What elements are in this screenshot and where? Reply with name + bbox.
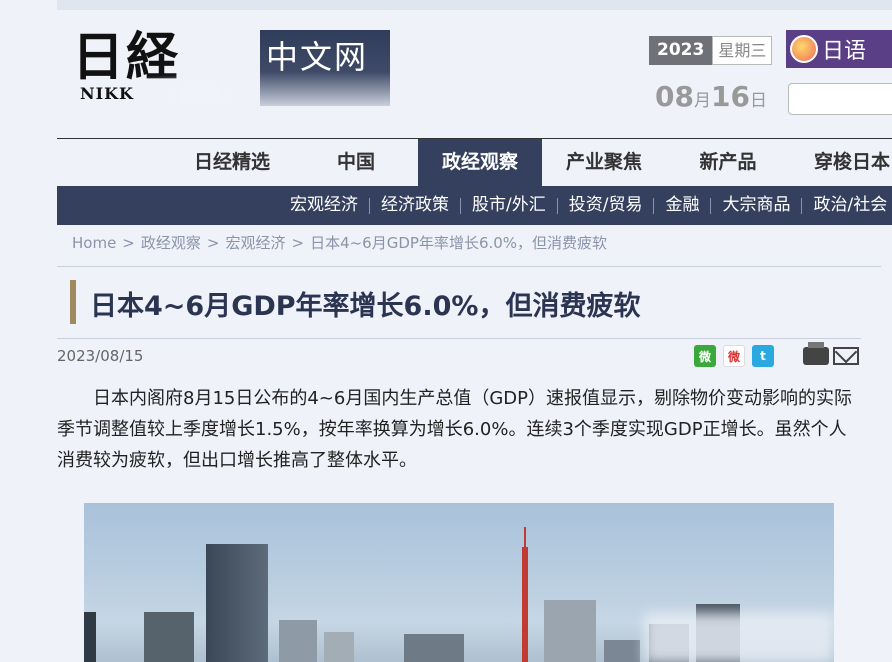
share-toolbar: 微 微 t [694, 342, 859, 367]
logo-latin: NIKK [80, 84, 134, 103]
article-date: 2023/08/15 [57, 347, 144, 365]
building [206, 544, 268, 662]
breadcrumb-macro[interactable]: 宏观经济 [225, 234, 285, 252]
japanese-promo-label: 日语 [822, 39, 867, 64]
breadcrumb-separator: > [206, 234, 220, 252]
breadcrumb-home[interactable]: Home [72, 234, 116, 252]
building [84, 612, 96, 662]
breadcrumb-politics-economy[interactable]: 政经观察 [141, 234, 201, 252]
tokyo-tower [522, 547, 528, 662]
japanese-promo-icon [790, 35, 818, 63]
top-strip [57, 0, 892, 10]
building [279, 620, 317, 662]
building [544, 600, 596, 662]
month-number: 08 [655, 80, 694, 113]
breadcrumb-current: 日本4~6月GDP年率增长6.0%，但消费疲软 [310, 234, 608, 252]
weibo-icon[interactable]: 微 [723, 345, 745, 367]
article-title: 日本4~6月GDP年率增长6.0%，但消费疲软 [90, 291, 641, 322]
subnav-item-invest-trade[interactable]: 投资/贸易 [558, 186, 654, 225]
subnav-item-policy[interactable]: 经济政策 [370, 186, 460, 225]
breadcrumb-separator: > [291, 234, 305, 252]
print-icon[interactable] [803, 342, 829, 365]
photo-blur-overlay [644, 613, 834, 662]
breadcrumb-separator: > [122, 234, 135, 252]
date-display: 2023 星期三 [649, 36, 773, 65]
nav-item-new-products[interactable]: 新产品 [666, 139, 790, 186]
day-number: 16 [710, 80, 750, 113]
subnav-item-stocks-fx[interactable]: 股市/外汇 [461, 186, 557, 225]
main-nav: 日经精选 中国 政经观察 产业聚焦 新产品 穿梭日本 [170, 139, 892, 186]
logo-blur [140, 80, 260, 110]
logo-chinese: 中文网 [266, 38, 369, 76]
tokyo-tower-antenna [524, 527, 526, 547]
month-day: 08月16日 [655, 80, 767, 113]
nav-item-politics-economy[interactable]: 政经观察 [418, 139, 542, 186]
article-photo [84, 503, 834, 662]
sub-nav: 宏观经济 经济政策 股市/外汇 投资/贸易 金融 大宗商品 政治/社会 [57, 186, 892, 225]
title-accent-bar [70, 280, 76, 324]
twitter-icon[interactable]: t [752, 345, 774, 367]
mail-icon[interactable] [833, 347, 859, 365]
year-badge: 2023 [649, 36, 713, 65]
subnav-item-macro[interactable]: 宏观经济 [279, 186, 369, 225]
japanese-promo-link[interactable]: 日语 [786, 30, 892, 68]
article-body: 日本内阁府8月15日公布的4~6月国内生产总值（GDP）速报值显示，剔除物价变动… [57, 388, 853, 471]
subnav-item-politics-society[interactable]: 政治/社会 [802, 186, 892, 225]
nav-item-china[interactable]: 中国 [294, 139, 418, 186]
building [324, 632, 354, 662]
day-unit: 日 [749, 91, 767, 111]
nav-item-industry[interactable]: 产业聚焦 [542, 139, 666, 186]
breadcrumb: Home > 政经观察 > 宏观经济 > 日本4~6月GDP年率增长6.0%，但消费疲软 [72, 232, 607, 253]
nav-item-japan[interactable]: 穿梭日本 [790, 139, 892, 186]
logo-kanji: 日経 [72, 27, 181, 88]
wechat-icon[interactable]: 微 [694, 345, 716, 367]
title-divider [57, 338, 861, 339]
site-logo[interactable]: 日経 NIKK 中文网 [70, 28, 400, 114]
building [144, 612, 194, 662]
building [604, 640, 640, 662]
subnav-item-commodities[interactable]: 大宗商品 [711, 186, 801, 225]
nav-item-selection[interactable]: 日经精选 [170, 139, 294, 186]
search-input[interactable] [788, 83, 892, 115]
weekday-label: 星期三 [712, 36, 773, 65]
month-unit: 月 [693, 91, 711, 111]
subnav-item-finance[interactable]: 金融 [654, 186, 710, 225]
building [404, 634, 464, 662]
breadcrumb-divider [57, 266, 881, 267]
